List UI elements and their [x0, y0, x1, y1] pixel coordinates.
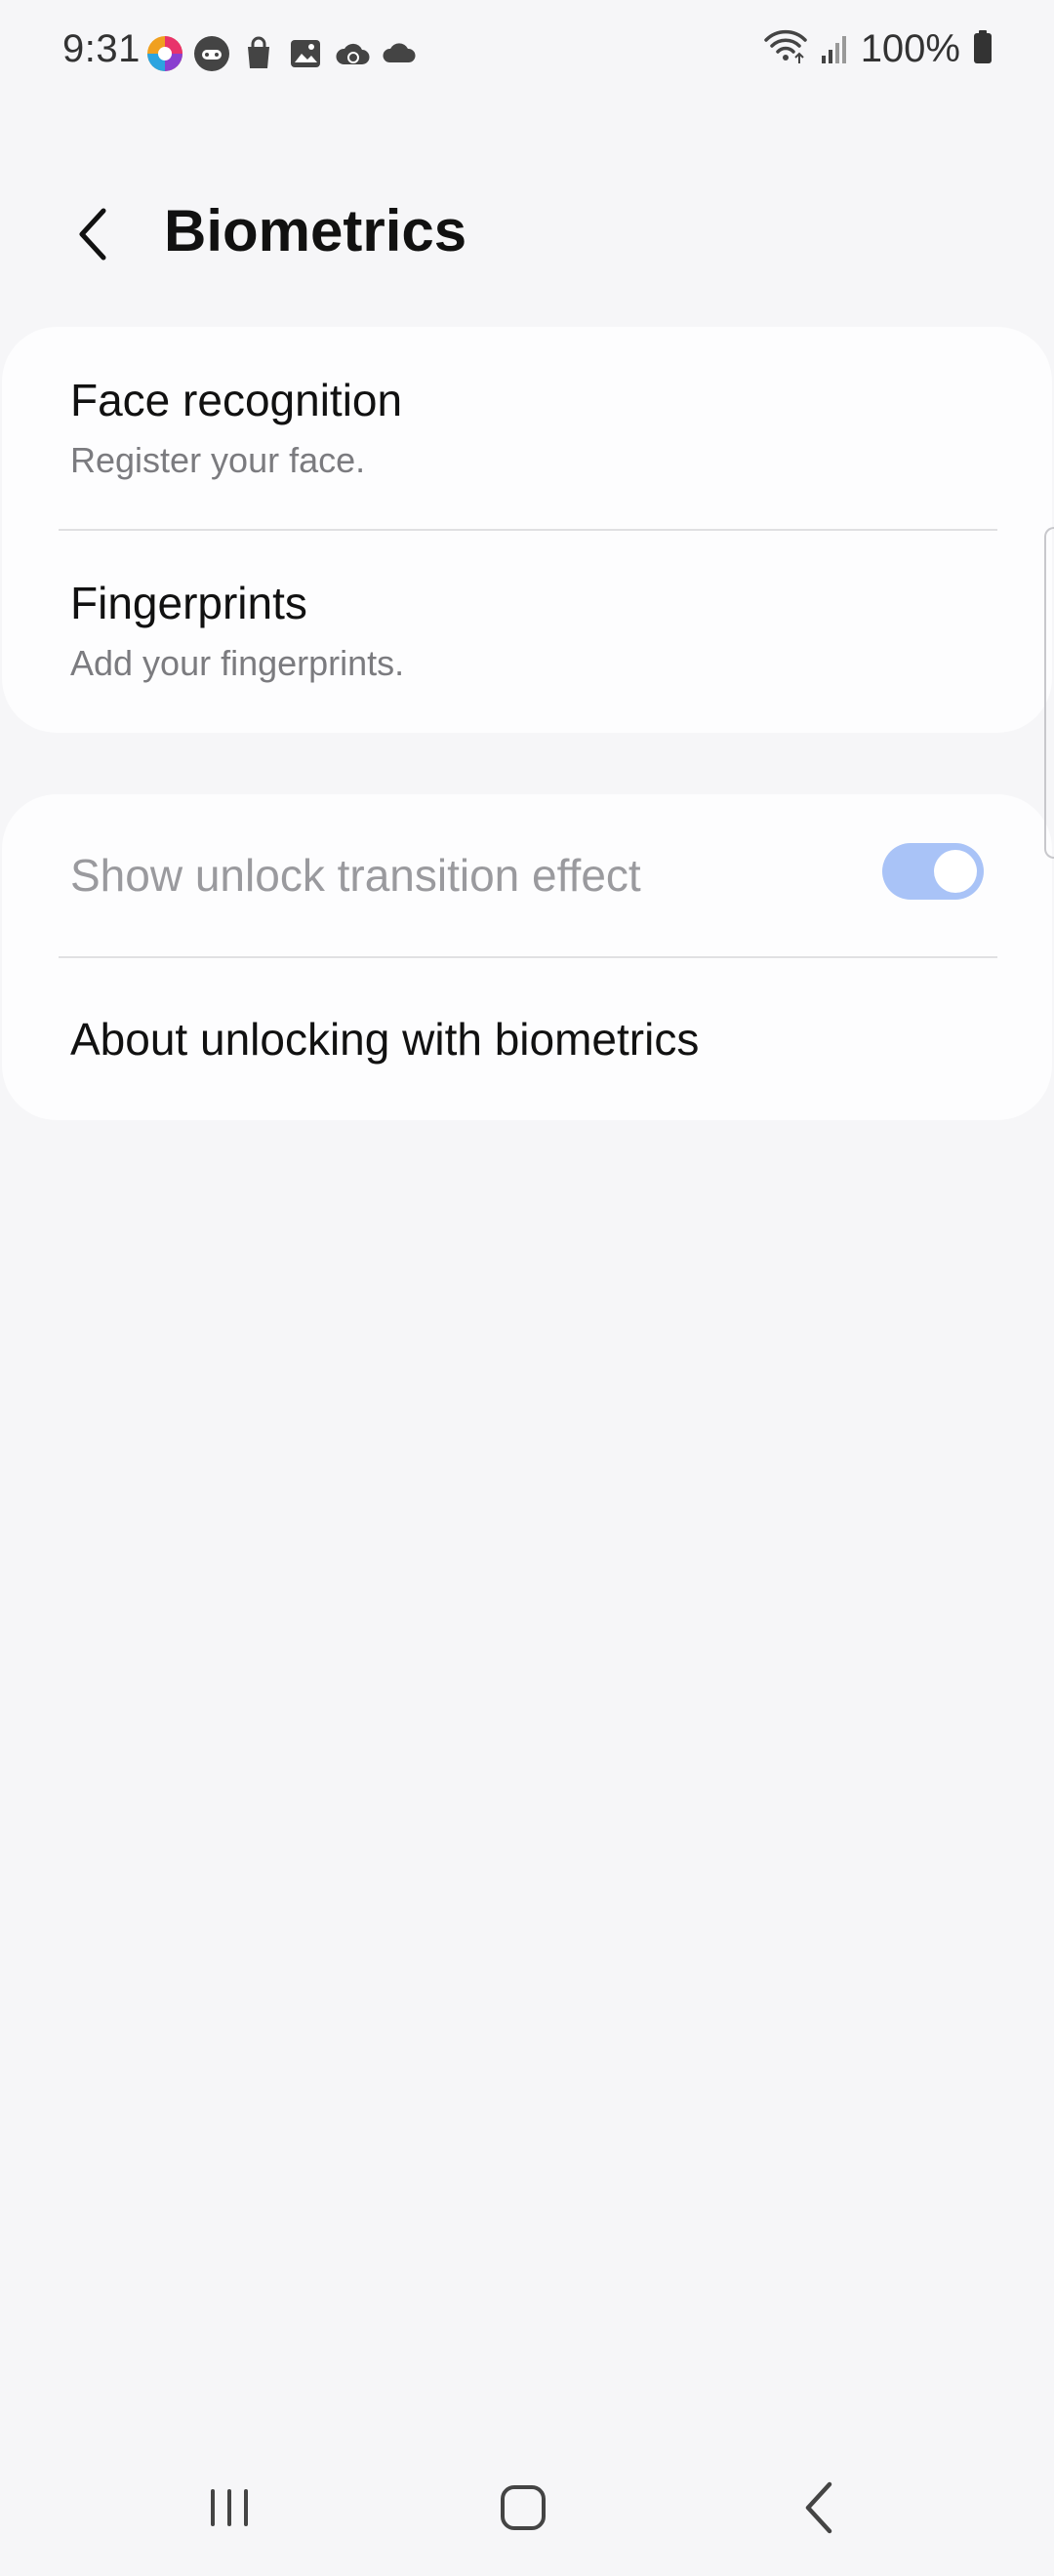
scroll-indicator[interactable]: [1044, 527, 1054, 859]
nav-back-button[interactable]: [771, 2469, 869, 2547]
wifi-icon: [763, 28, 808, 70]
recent-apps-icon: [211, 2489, 248, 2526]
chevron-left-icon: [79, 208, 106, 261]
home-button[interactable]: [474, 2469, 572, 2547]
biometrics-options-card: Face recognition Register your face. Fin…: [2, 327, 1052, 733]
fingerprints-title: Fingerprints: [70, 578, 307, 628]
status-bar: 9:31 100%: [0, 0, 1054, 113]
unlock-settings-card: Show unlock transition effect About unlo…: [2, 794, 1052, 1120]
gallery-icon: [287, 35, 324, 72]
cloud-icon: [381, 35, 418, 72]
transition-effect-toggle[interactable]: [882, 843, 984, 900]
battery-icon: [972, 28, 993, 70]
status-time: 9:31: [62, 27, 141, 70]
signal-icon: [820, 28, 849, 70]
cloud-sync-icon: [334, 35, 371, 72]
toggle-knob: [934, 850, 977, 893]
colorful-app-icon: [146, 35, 183, 72]
notification-icons: [146, 35, 418, 72]
transition-effect-item[interactable]: Show unlock transition effect: [2, 794, 1052, 956]
about-biometrics-title: About unlocking with biometrics: [70, 1014, 700, 1065]
face-recognition-subtitle: Register your face.: [70, 440, 366, 480]
transition-effect-title: Show unlock transition effect: [70, 850, 641, 901]
navigation-bar: [0, 2439, 1054, 2576]
page-title: Biometrics: [164, 198, 467, 263]
face-recognition-item[interactable]: Face recognition Register your face.: [2, 327, 1052, 530]
status-right: 100%: [763, 27, 993, 71]
fingerprints-item[interactable]: Fingerprints Add your fingerprints.: [2, 530, 1052, 733]
home-icon: [501, 2485, 546, 2530]
back-icon: [805, 2481, 832, 2534]
game-controller-icon: [193, 35, 230, 72]
recent-apps-button[interactable]: [181, 2469, 278, 2547]
back-button[interactable]: [59, 199, 129, 269]
shopping-bag-icon: [240, 35, 277, 72]
app-header: Biometrics: [0, 185, 1054, 283]
about-biometrics-item[interactable]: About unlocking with biometrics: [2, 958, 1052, 1120]
fingerprints-subtitle: Add your fingerprints.: [70, 643, 405, 683]
face-recognition-title: Face recognition: [70, 375, 403, 425]
battery-percentage: 100%: [860, 27, 960, 70]
